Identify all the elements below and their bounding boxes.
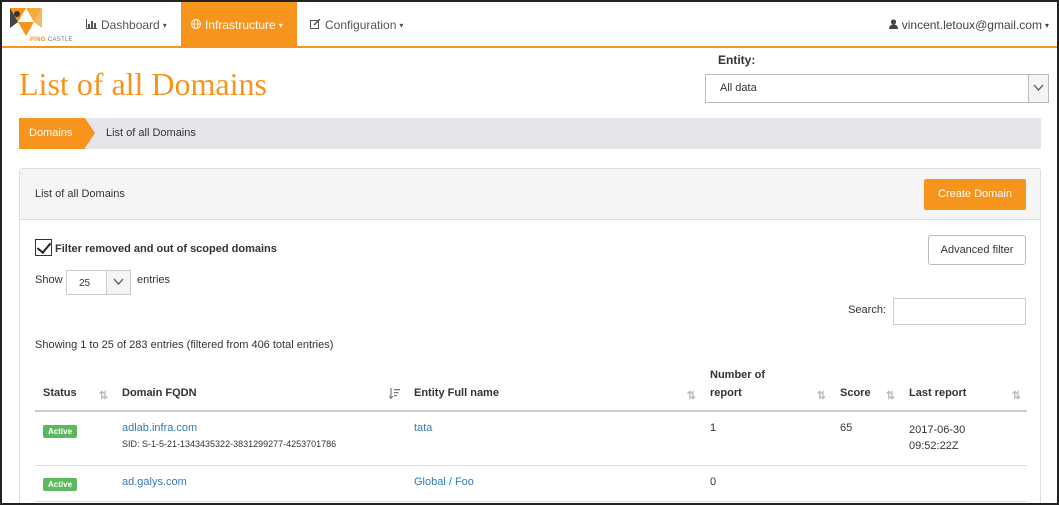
bar-chart-icon <box>86 3 97 49</box>
domains-panel: List of all Domains Create Domain Filter… <box>19 168 1041 503</box>
app-frame: PING CASTLE Dashboard ▾ Infrastructure ▾ C… <box>0 0 1059 505</box>
status-badge: Active <box>43 425 78 438</box>
last-report-date: 2017-06-30 <box>909 424 966 436</box>
nav-infrastructure[interactable]: Infrastructure ▾ <box>181 2 297 47</box>
filter-checkbox-label: Filter removed and out of scoped domains <box>55 243 277 255</box>
chevron-down-icon[interactable] <box>1028 75 1048 102</box>
sort-icon: ⇅ <box>885 390 895 402</box>
sort-icon: ⇅ <box>816 390 826 402</box>
domain-link[interactable]: ad.galys.com <box>122 476 187 488</box>
advanced-filter-button[interactable]: Advanced filter <box>928 235 1026 265</box>
col-entity-full-name[interactable]: Entity Full name ⇅ <box>406 364 702 411</box>
panel-heading: List of all Domains Create Domain <box>20 169 1040 220</box>
globe-icon <box>191 3 201 49</box>
last-report-time: 09:52:22Z <box>909 440 959 452</box>
castle-logo-icon <box>10 8 42 36</box>
entries-label: entries <box>137 274 171 286</box>
status-badge: Active <box>43 478 78 491</box>
caret-down-icon: ▾ <box>1044 20 1049 30</box>
entries-length-select[interactable]: 25 <box>66 270 131 295</box>
entries-length-value: 25 <box>79 278 91 289</box>
user-icon <box>889 18 901 32</box>
caret-down-icon: ▾ <box>399 20 404 30</box>
domain-fqdn-cell: adlab.infra.com SID: S-1-5-21-1343435322… <box>122 422 336 449</box>
search-label: Search: <box>848 304 886 316</box>
nav-dashboard[interactable]: Dashboard ▾ <box>76 2 177 47</box>
entity-link[interactable]: Global / Foo <box>414 476 474 488</box>
user-email: vincent.letoux@gmail.com <box>901 18 1042 32</box>
filter-checkbox-row[interactable]: Filter removed and out of scoped domains <box>35 239 277 256</box>
nav-configuration[interactable]: Configuration ▾ <box>300 2 413 47</box>
breadcrumb-domains[interactable]: Domains <box>19 118 95 149</box>
edit-icon <box>310 3 321 49</box>
sort-icon: ⇅ <box>98 390 108 402</box>
col-domain-fqdn[interactable]: Domain FQDN <box>114 364 406 411</box>
col-number-of-report[interactable]: Number of report ⇅ <box>702 364 832 411</box>
breadcrumb-current: List of all Domains <box>106 127 196 139</box>
nav-configuration-label: Configuration <box>325 18 397 32</box>
domain-sid: SID: S-1-5-21-1343435322-3831299277-4253… <box>122 439 337 449</box>
user-menu[interactable]: vincent.letoux@gmail.com ▾ <box>889 2 1049 49</box>
col-last-report[interactable]: Last report ⇅ <box>901 364 1027 411</box>
show-label: Show <box>35 274 63 286</box>
entity-label: Entity: <box>718 53 756 67</box>
col-score[interactable]: Score ⇅ <box>832 364 901 411</box>
table-row: Active ad.galys.com Global / Foo 0 <box>35 466 1027 502</box>
chevron-down-icon[interactable] <box>106 271 130 294</box>
ping-castle-logo[interactable]: PING CASTLE <box>8 6 74 46</box>
sort-icon: ⇅ <box>686 390 696 402</box>
report-count: 0 <box>710 476 717 488</box>
col-status[interactable]: Status ⇅ <box>35 364 114 411</box>
filter-checkbox[interactable] <box>35 239 52 256</box>
breadcrumb: Domains List of all Domains <box>19 118 1041 149</box>
top-navbar: PING CASTLE Dashboard ▾ Infrastructure ▾ C… <box>2 2 1057 48</box>
caret-down-icon: ▾ <box>278 20 283 30</box>
table-row: Active adlab.infra.com SID: S-1-5-21-134… <box>35 412 1027 466</box>
domain-fqdn-cell: ad.galys.com <box>122 476 187 488</box>
nav-infrastructure-label: Infrastructure <box>205 18 276 32</box>
page-title: List of all Domains <box>19 66 267 102</box>
create-domain-button[interactable]: Create Domain <box>924 179 1026 210</box>
report-count: 1 <box>710 422 717 434</box>
logo-text: PING CASTLE <box>30 37 73 43</box>
nav-dashboard-label: Dashboard <box>101 18 160 32</box>
sort-ascending-icon <box>388 388 400 402</box>
domain-link[interactable]: adlab.infra.com <box>122 422 336 434</box>
score-value: 65 <box>840 422 853 434</box>
entity-select-value: All data <box>720 82 757 94</box>
last-report-cell: 2017-06-30 09:52:22Z <box>909 422 965 454</box>
search-input[interactable] <box>893 298 1026 325</box>
entity-link[interactable]: tata <box>414 422 432 434</box>
table-info: Showing 1 to 25 of 283 entries (filtered… <box>35 339 334 351</box>
caret-down-icon: ▾ <box>162 20 167 30</box>
sort-icon: ⇅ <box>1011 390 1021 402</box>
panel-title: List of all Domains <box>35 188 125 200</box>
entity-select[interactable]: All data <box>705 74 1049 103</box>
